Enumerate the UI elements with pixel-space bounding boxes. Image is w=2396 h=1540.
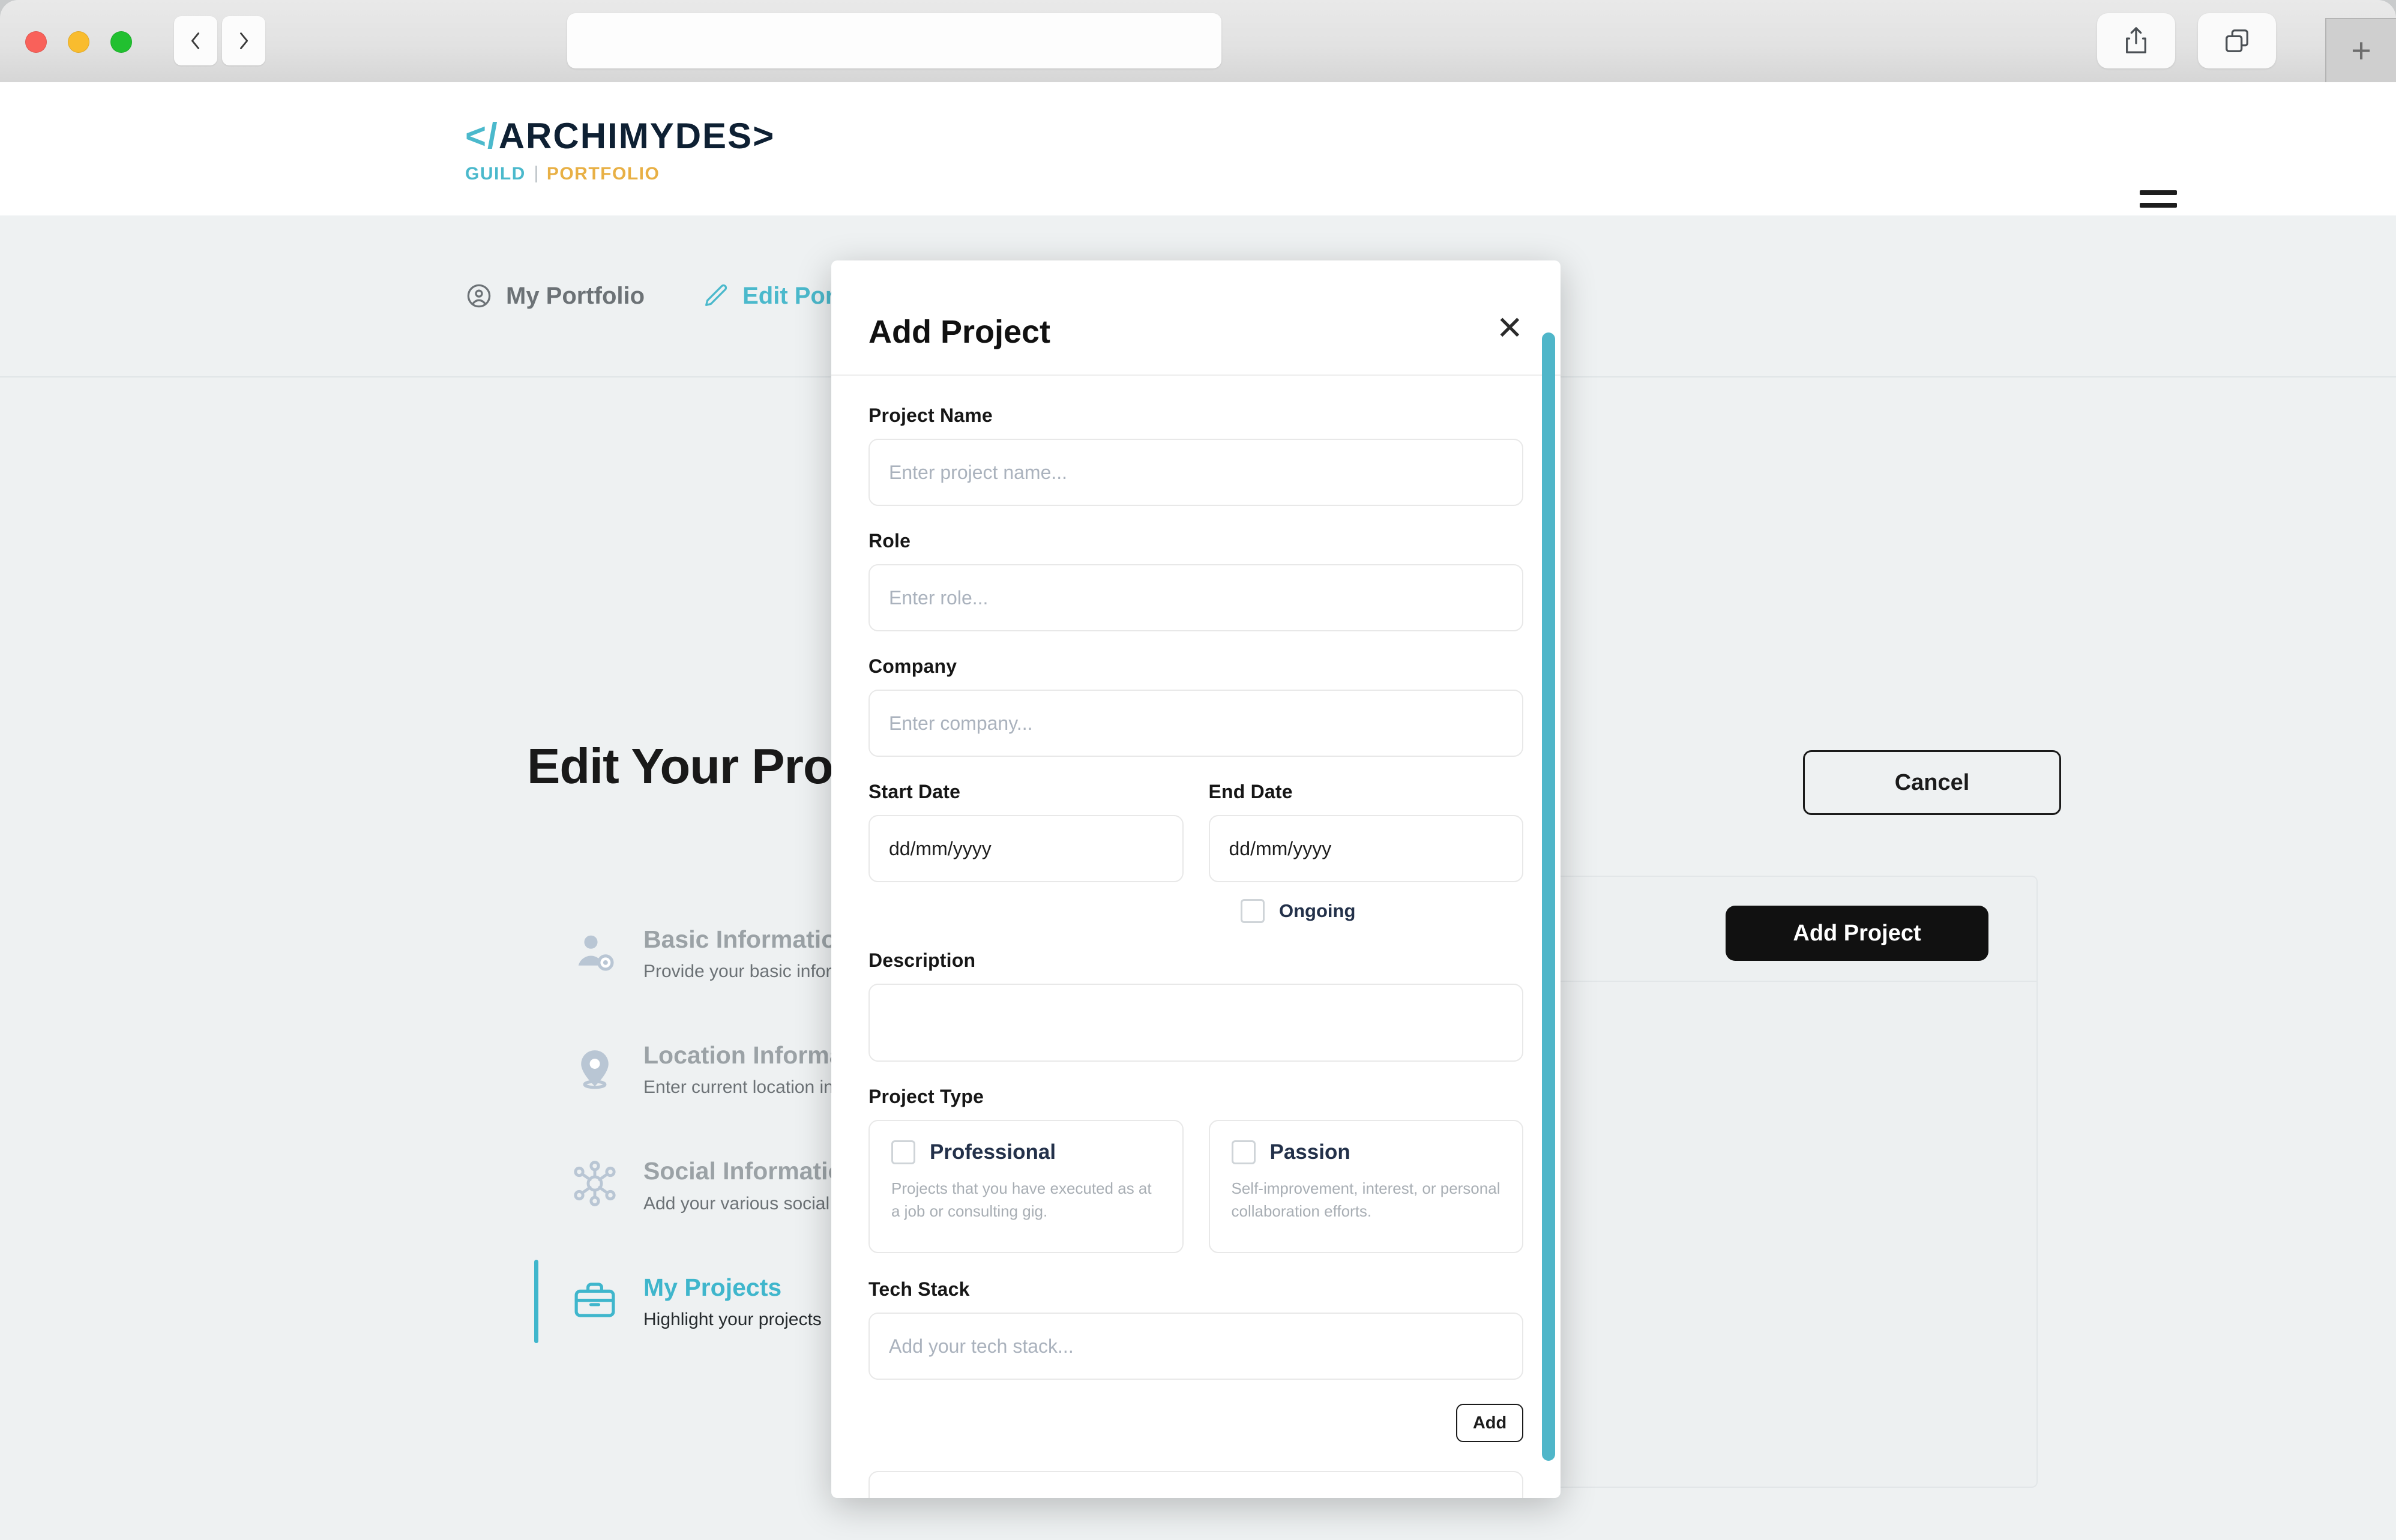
project-name-label: Project Name — [868, 405, 993, 426]
ongoing-row[interactable]: Ongoing — [1241, 899, 1523, 923]
ongoing-label: Ongoing — [1279, 900, 1356, 921]
minimize-window-button[interactable] — [68, 31, 89, 53]
passion-header: Passion — [1231, 1140, 1501, 1164]
add-project-modal: Add Project ✕ Project Name Enter project… — [831, 260, 1561, 1498]
tabs-overview-button[interactable] — [2198, 13, 2276, 68]
browser-chrome: + — [0, 0, 2396, 82]
add-tech-stack-button[interactable]: Add — [1456, 1404, 1523, 1442]
end-date-group: End Date dd/mm/yyyy — [1208, 781, 1523, 882]
start-date-input[interactable]: dd/mm/yyyy — [868, 815, 1184, 882]
chevron-left-icon — [191, 32, 199, 49]
professional-header: Professional — [891, 1140, 1161, 1164]
maximize-window-button[interactable] — [110, 31, 132, 53]
new-tab-button[interactable]: + — [2325, 18, 2396, 82]
professional-description: Projects that you have executed as at a … — [891, 1179, 1152, 1220]
copy-tabs-icon — [2226, 29, 2248, 52]
modal-scrollbar[interactable] — [1542, 272, 1555, 1485]
end-date-label: End Date — [1208, 781, 1293, 802]
end-date-input[interactable]: dd/mm/yyyy — [1208, 815, 1523, 882]
tech-stack-label: Tech Stack — [868, 1278, 970, 1300]
page-viewport: </ARCHIMYDES> GUILD PORTFOLIO My Portfol… — [0, 82, 2396, 1540]
modal-header: Add Project ✕ — [831, 260, 1561, 376]
project-type-label: Project Type — [868, 1086, 984, 1107]
passion-description: Self-improvement, interest, or personal … — [1231, 1179, 1501, 1220]
ongoing-checkbox[interactable] — [1241, 899, 1265, 923]
share-icon — [2126, 27, 2146, 53]
project-type-passion[interactable]: Passion Self-improvement, interest, or p… — [1208, 1120, 1523, 1253]
modal-overlay: Add Project ✕ Project Name Enter project… — [0, 82, 2396, 1540]
company-label: Company — [868, 655, 957, 677]
date-range-row: Start Date dd/mm/yyyy End Date dd/mm/yyy… — [868, 781, 1523, 882]
professional-label: Professional — [930, 1140, 1056, 1164]
address-bar[interactable] — [567, 13, 1221, 68]
role-label: Role — [868, 530, 911, 552]
start-date-group: Start Date dd/mm/yyyy — [868, 781, 1184, 882]
professional-checkbox[interactable] — [891, 1140, 915, 1164]
browser-navigation — [174, 16, 265, 65]
project-type-professional[interactable]: Professional Projects that you have exec… — [868, 1120, 1184, 1253]
share-button[interactable] — [2097, 13, 2175, 68]
modal-title: Add Project — [868, 314, 1051, 350]
description-label: Description — [868, 949, 976, 971]
close-window-button[interactable] — [25, 31, 47, 53]
project-name-input[interactable]: Enter project name... — [868, 439, 1523, 506]
tech-stack-input[interactable]: Add your tech stack... — [868, 1313, 1523, 1380]
back-button[interactable] — [174, 16, 217, 65]
modal-body: Project Name Enter project name... Role … — [831, 376, 1561, 1498]
chevron-right-icon — [240, 32, 248, 49]
company-input[interactable]: Enter company... — [868, 690, 1523, 757]
modal-scrollbar-thumb[interactable] — [1542, 332, 1555, 1461]
add-tag-row: Add — [868, 1404, 1523, 1442]
role-input[interactable]: Enter role... — [868, 564, 1523, 631]
close-icon[interactable]: ✕ — [1496, 312, 1523, 344]
project-type-options: Professional Projects that you have exec… — [868, 1120, 1523, 1253]
tech-stack-taglist — [868, 1471, 1523, 1498]
passion-checkbox[interactable] — [1231, 1140, 1256, 1164]
description-textarea[interactable] — [868, 984, 1523, 1062]
start-date-label: Start Date — [868, 781, 961, 802]
window-controls — [25, 31, 132, 53]
forward-button[interactable] — [222, 16, 265, 65]
browser-toolbar-right — [2097, 13, 2276, 68]
passion-label: Passion — [1269, 1140, 1350, 1164]
